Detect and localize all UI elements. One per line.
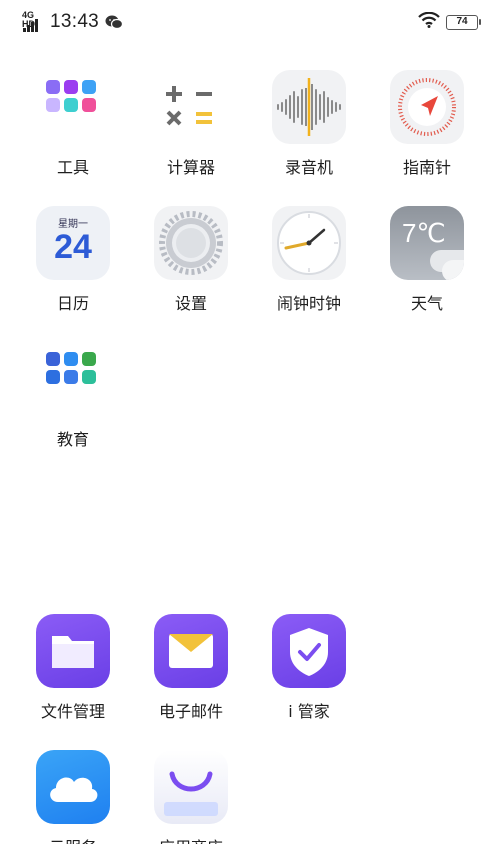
app-label: 设置 bbox=[174, 294, 207, 313]
app-voice-recorder[interactable]: 录音机 bbox=[259, 70, 359, 178]
shield-icon bbox=[272, 614, 346, 688]
status-bar: 4G HD 13:43 74 bbox=[0, 0, 500, 44]
app-label: 教育 bbox=[56, 430, 89, 449]
app-cloud-service[interactable]: 云服务 bbox=[23, 750, 123, 844]
signal-icon: 4G HD bbox=[22, 11, 46, 33]
app-label: 应用商店 bbox=[141, 834, 241, 844]
compass-icon bbox=[390, 70, 464, 144]
app-store-icon bbox=[154, 750, 228, 824]
app-i-manager[interactable]: i 管家 bbox=[259, 614, 359, 722]
app-label: i 管家 bbox=[288, 702, 330, 721]
app-file-manager[interactable]: 文件管理 bbox=[23, 614, 123, 722]
app-compass[interactable]: 指南针 bbox=[377, 70, 477, 178]
app-label: 文件管理 bbox=[40, 702, 105, 721]
app-label: 录音机 bbox=[284, 158, 333, 177]
battery-indicator: 74 bbox=[446, 14, 481, 30]
app-label: 电子邮件 bbox=[158, 702, 223, 721]
app-settings[interactable]: 设置 bbox=[141, 206, 241, 314]
calendar-icon: 星期一 24 bbox=[36, 206, 110, 280]
calendar-day: 24 bbox=[54, 228, 92, 266]
weather-icon: 7℃ bbox=[390, 206, 464, 280]
cloud-icon bbox=[36, 750, 110, 824]
app-education-folder[interactable]: 教育 bbox=[23, 342, 123, 450]
app-label: 计算器 bbox=[166, 158, 215, 177]
wifi-icon bbox=[418, 11, 440, 32]
app-calendar[interactable]: 星期一 24 日历 bbox=[23, 206, 123, 314]
app-label: 指南针 bbox=[402, 158, 451, 177]
voice-recorder-icon bbox=[272, 70, 346, 144]
weather-temperature: 7℃ bbox=[402, 218, 446, 248]
app-label: 云服务 bbox=[23, 834, 123, 844]
app-tools-folder[interactable]: 工具 bbox=[23, 70, 123, 178]
clock: 13:43 bbox=[50, 11, 100, 32]
gear-icon bbox=[154, 206, 228, 280]
app-store[interactable]: 应用商店 bbox=[141, 750, 241, 844]
wechat-notification-icon bbox=[105, 14, 124, 30]
app-email[interactable]: 电子邮件 bbox=[141, 614, 241, 722]
folder-icon bbox=[36, 614, 110, 688]
app-label: 工具 bbox=[56, 158, 89, 177]
tools-folder-icon bbox=[36, 70, 110, 144]
education-folder-icon bbox=[36, 342, 110, 416]
app-clock[interactable]: 闹钟时钟 bbox=[259, 206, 359, 314]
app-weather[interactable]: 7℃ 天气 bbox=[377, 206, 477, 314]
calculator-icon bbox=[154, 70, 228, 144]
app-calculator[interactable]: 计算器 bbox=[141, 70, 241, 178]
app-label: 日历 bbox=[56, 294, 89, 313]
app-label: 闹钟时钟 bbox=[276, 294, 341, 313]
app-label: 天气 bbox=[410, 294, 443, 313]
clock-icon bbox=[272, 206, 346, 280]
envelope-icon bbox=[154, 614, 228, 688]
